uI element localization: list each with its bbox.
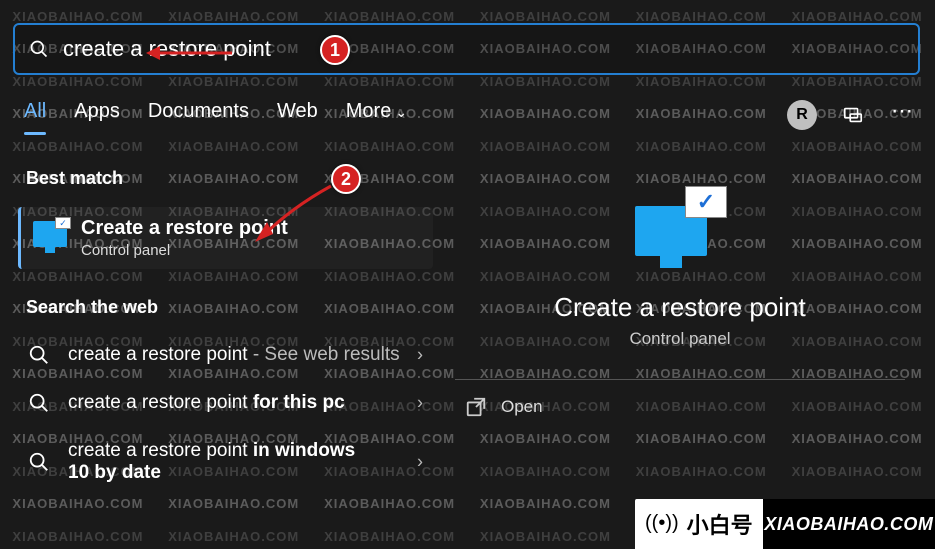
chevron-down-icon: ⌄ — [395, 104, 407, 120]
brand-cn-text: 小白号 — [687, 508, 753, 540]
search-icon — [28, 451, 50, 473]
tab-documents[interactable]: Documents — [148, 100, 249, 133]
open-action[interactable]: Open — [455, 380, 905, 418]
search-web-heading: Search the web — [18, 297, 433, 318]
search-icon — [28, 344, 50, 366]
tab-more[interactable]: More⌄ — [346, 100, 407, 133]
web-result-label: create a restore point for this pc — [68, 392, 345, 414]
preview-title: Create a restore point — [554, 292, 805, 323]
tab-all[interactable]: All — [24, 100, 46, 133]
chevron-right-icon[interactable]: › — [417, 345, 423, 366]
brand-domain: XIAOBAIHAO.COM — [763, 499, 935, 549]
filter-tabs: All Apps Documents Web More⌄ — [24, 100, 407, 133]
wifi-icon: ((•)) — [645, 512, 679, 535]
brand-bar: ((•)) 小白号 XIAOBAIHAO.COM — [635, 499, 935, 549]
restore-point-large-icon: ✓ — [635, 188, 725, 268]
best-match-result[interactable]: ✓ Create a restore point Control panel — [18, 207, 433, 269]
restore-point-icon: ✓ — [33, 221, 67, 255]
open-label: Open — [501, 397, 543, 417]
preview-subtitle: Control panel — [629, 329, 730, 349]
chevron-right-icon[interactable]: › — [417, 452, 423, 473]
preview-panel: ✓ Create a restore point Control panel O… — [455, 168, 905, 418]
more-options-icon[interactable]: ⋯ — [889, 97, 917, 125]
user-avatar[interactable]: R — [787, 100, 817, 130]
search-icon — [28, 392, 50, 414]
web-result[interactable]: create a restore point - See web results… — [18, 336, 433, 374]
web-result-label: create a restore point - See web results — [68, 344, 400, 366]
web-result-label: create a restore point in windows 10 by … — [68, 440, 368, 484]
chevron-right-icon[interactable]: › — [417, 393, 423, 414]
web-result[interactable]: create a restore point for this pc › — [18, 384, 433, 422]
screen-snip-icon[interactable] — [839, 101, 867, 129]
tab-apps[interactable]: Apps — [74, 100, 120, 133]
open-icon — [465, 396, 487, 418]
search-icon — [29, 39, 49, 59]
tab-web[interactable]: Web — [277, 100, 318, 133]
best-match-heading: Best match — [18, 168, 433, 189]
web-result[interactable]: create a restore point in windows 10 by … — [18, 432, 433, 492]
